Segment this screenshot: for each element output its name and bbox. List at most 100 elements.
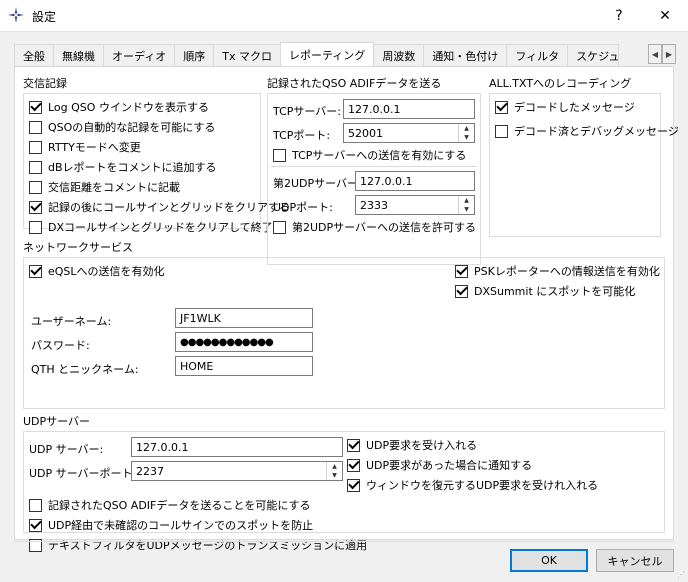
checkbox-box <box>29 160 42 174</box>
checkbox-box <box>29 120 42 134</box>
tcp-port-input[interactable]: 52001 ▲ ▼ <box>343 123 475 143</box>
title-bar: 設定 ? ✕ <box>0 0 688 31</box>
help-icon: ? <box>615 7 623 24</box>
checkbox-box <box>347 438 360 452</box>
clear-dx-exit-checkbox[interactable]: DXコールサインとグリッドをクリアして終了 <box>29 219 273 235</box>
tcp-server-input[interactable]: 127.0.0.1 <box>343 99 475 119</box>
tab-scroll-right-button[interactable]: ▶ <box>662 44 676 64</box>
udp-port-spinner[interactable]: ▲ ▼ <box>326 462 342 480</box>
arrow-left-icon: ◀ <box>651 49 659 59</box>
help-button[interactable]: ? <box>596 0 642 31</box>
clear-after-log-checkbox[interactable]: 記録の後にコールサインとグリッドをクリアする <box>29 199 290 215</box>
udp-server-label: UDP サーバー: <box>29 443 104 456</box>
dialog-body: 全般 無線機 オーディオ 順序 Tx マクロ レポーティング 周波数 通知・色付… <box>0 31 688 582</box>
eqsl-enable-checkbox[interactable]: eQSLへの送信を有効化 <box>29 263 165 279</box>
checkbox-box <box>273 148 286 162</box>
checkbox-box <box>29 140 42 154</box>
udp-server-title: UDPサーバー <box>23 415 91 428</box>
spin-up-icon[interactable]: ▲ <box>459 124 474 133</box>
qth-nickname-label: QTH とニックネーム: <box>31 363 139 376</box>
close-icon: ✕ <box>659 7 671 24</box>
tcp-port-spinner[interactable]: ▲ ▼ <box>458 124 474 142</box>
auto-log-checkbox[interactable]: QSOの自動的な記録を可能にする <box>29 119 215 135</box>
tcp-enable-checkbox[interactable]: TCPサーバーへの送信を有効にする <box>273 147 466 163</box>
tab-scroll-left-button[interactable]: ◀ <box>648 44 662 64</box>
adif-send-title: 記録されたQSO ADIFデータを送る <box>267 77 442 90</box>
udp2-enable-checkbox[interactable]: 第2UDPサーバーへの送信を許可する <box>273 219 476 235</box>
alltxt-title: ALL.TXTへのレコーディング <box>489 77 632 90</box>
udp-port-input[interactable]: 2237 ▲ ▼ <box>131 461 343 481</box>
window-title: 設定 <box>32 10 57 24</box>
tab-general[interactable]: 全般 <box>14 44 54 66</box>
checkbox-box <box>455 284 468 298</box>
checkbox-box <box>29 200 42 214</box>
footer-separator <box>14 541 674 542</box>
reporting-panel: 交信記録 Log QSO ウインドウを表示する QSOの自動的な記録を可能にする… <box>14 66 679 552</box>
tcp-server-label: TCPサーバー: <box>273 105 341 118</box>
network-group <box>23 257 665 409</box>
app-star-icon <box>8 7 24 23</box>
udp2-port-label: UDPポート: <box>273 201 333 214</box>
tab-notifications[interactable]: 通知・色付け <box>423 44 508 66</box>
psk-reporter-checkbox[interactable]: PSKレポーターへの情報送信を有効化 <box>455 263 660 279</box>
tab-radio[interactable]: 無線機 <box>53 44 104 66</box>
dxsummit-checkbox[interactable]: DXSummit にスポットを可能化 <box>455 283 635 299</box>
tab-audio[interactable]: オーディオ <box>103 44 176 66</box>
checkbox-box <box>495 100 508 114</box>
spin-down-icon[interactable]: ▼ <box>327 471 342 480</box>
checkbox-box <box>29 220 42 234</box>
checkbox-box <box>347 458 360 472</box>
decoded-debug-checkbox[interactable]: デコード済とデバッグメッセージ <box>495 123 679 139</box>
tab-schedule[interactable]: スケジュ <box>567 44 620 66</box>
accept-udp-checkbox[interactable]: UDP要求を受け入れる <box>347 437 477 453</box>
rtty-mode-checkbox[interactable]: RTTYモードへ変更 <box>29 139 141 155</box>
tab-frequencies[interactable]: 周波数 <box>373 44 425 66</box>
tab-reporting[interactable]: レポーティング <box>279 42 375 66</box>
adif-separator <box>271 166 477 167</box>
checkbox-box <box>273 220 286 234</box>
checkbox-box <box>29 100 42 114</box>
checkbox-box <box>455 264 468 278</box>
close-button[interactable]: ✕ <box>642 0 688 31</box>
username-input[interactable]: JF1WLK <box>175 308 313 328</box>
tab-filters[interactable]: フィルタ <box>506 44 569 66</box>
decoded-messages-checkbox[interactable]: デコードしたメッセージ <box>495 99 635 115</box>
tab-sequence[interactable]: 順序 <box>174 44 215 66</box>
udp2-server-label: 第2UDPサーバー <box>273 177 359 190</box>
spin-down-icon[interactable]: ▼ <box>459 133 474 142</box>
udp-server-input[interactable]: 127.0.0.1 <box>131 437 343 457</box>
db-report-comment-checkbox[interactable]: dBレポートをコメントに追加する <box>29 159 217 175</box>
udp-adif-checkbox[interactable]: 記録されたQSO ADIFデータを送ることを可能にする <box>29 497 310 513</box>
prevent-unconfirmed-checkbox[interactable]: UDP経由で未確認のコールサインでのスポットを防止 <box>29 517 313 533</box>
qth-nickname-input[interactable]: HOME <box>175 356 313 376</box>
distance-comment-checkbox[interactable]: 交信距離をコメントに記載 <box>29 179 180 195</box>
tab-bar: 全般 無線機 オーディオ 順序 Tx マクロ レポーティング 周波数 通知・色付… <box>14 42 620 66</box>
restore-window-checkbox[interactable]: ウィンドウを復元するUDP要求を受けれ入れる <box>347 477 598 493</box>
checkbox-box <box>347 478 360 492</box>
text-filter-udp-checkbox[interactable]: テキストフィルタをUDPメッセージのトランスミッションに適用 <box>29 537 367 553</box>
checkbox-box <box>29 264 42 278</box>
udp2-server-input[interactable]: 127.0.0.1 <box>355 171 475 191</box>
qso-log-title: 交信記録 <box>23 77 67 90</box>
show-log-qso-checkbox[interactable]: Log QSO ウインドウを表示する <box>29 99 209 115</box>
username-label: ユーザーネーム: <box>31 315 112 328</box>
tcp-port-label: TCPポート: <box>273 129 331 142</box>
password-label: パスワード: <box>31 339 90 352</box>
udp-port-label: UDP サーバーポート: <box>29 467 137 480</box>
spin-up-icon[interactable]: ▲ <box>327 462 342 471</box>
cancel-button[interactable]: キャンセル <box>596 549 674 572</box>
network-title: ネットワークサービス <box>23 241 133 254</box>
checkbox-box <box>29 498 42 512</box>
udp2-port-input[interactable]: 2333 ▲ ▼ <box>355 195 475 215</box>
tab-tx-macros[interactable]: Tx マクロ <box>213 44 281 66</box>
spin-down-icon[interactable]: ▼ <box>459 205 474 214</box>
udp2-port-spinner[interactable]: ▲ ▼ <box>458 196 474 214</box>
spin-up-icon[interactable]: ▲ <box>459 196 474 205</box>
arrow-right-icon: ▶ <box>665 49 673 59</box>
checkbox-box <box>29 518 42 532</box>
password-input[interactable]: ●●●●●●●●●●●● <box>175 332 313 352</box>
resize-grip-icon[interactable]: ⋰ <box>677 570 685 579</box>
ok-button[interactable]: OK <box>510 549 588 572</box>
checkbox-box <box>29 180 42 194</box>
notify-udp-checkbox[interactable]: UDP要求があった場合に通知する <box>347 457 532 473</box>
